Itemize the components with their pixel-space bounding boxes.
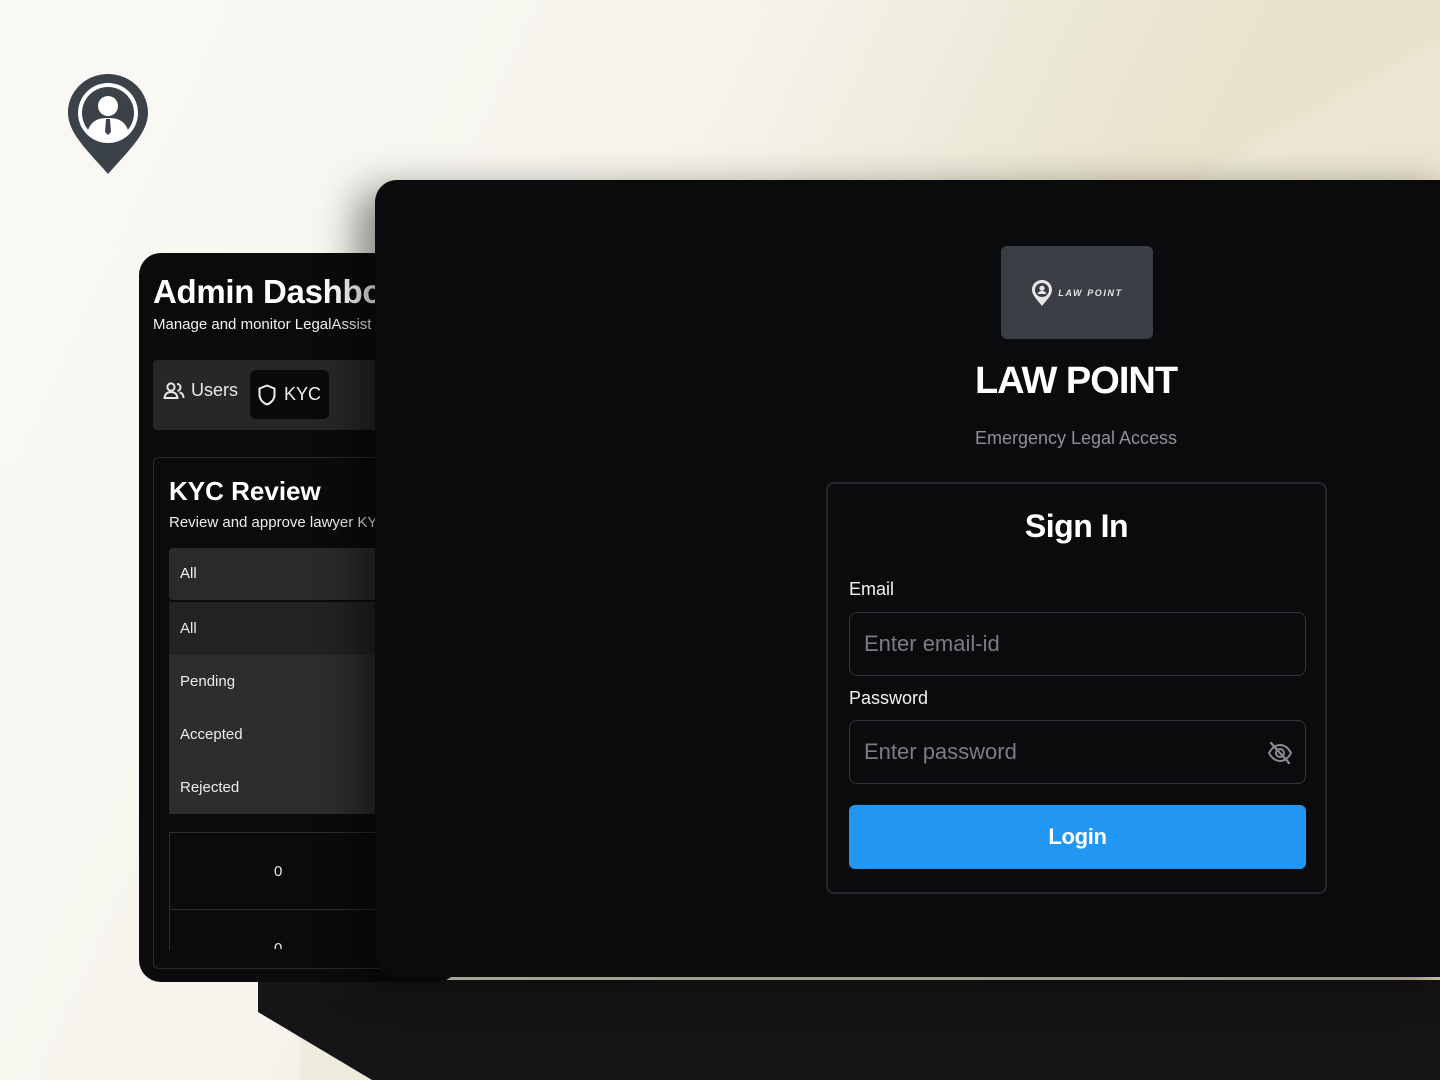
- sign-in-form: Sign In Email Password Login: [826, 482, 1327, 894]
- login-button[interactable]: Login: [849, 805, 1306, 869]
- password-field[interactable]: [850, 721, 1305, 783]
- shield-icon: [258, 384, 276, 405]
- tab-kyc[interactable]: KYC: [250, 370, 329, 419]
- tab-users[interactable]: Users: [163, 380, 238, 401]
- stat-value: 0: [274, 863, 283, 880]
- app-logo: LAW POINT: [1001, 246, 1153, 339]
- password-label: Password: [849, 688, 929, 708]
- tab-users-label: Users: [191, 380, 239, 400]
- email-field[interactable]: [850, 613, 1305, 675]
- login-card: LAW POINT LAW POINT Emergency Legal Acce…: [375, 180, 1440, 977]
- kyc-title: KYC Review: [169, 476, 321, 506]
- kyc-subtitle: Review and approve lawyer KYC: [169, 514, 389, 531]
- logo-text: LAW POINT: [1058, 287, 1123, 298]
- password-field-wrapper: [849, 720, 1306, 784]
- tab-kyc-label: KYC: [283, 384, 321, 404]
- app-tagline: Emergency Legal Access: [974, 428, 1178, 448]
- email-field-wrapper: [849, 612, 1306, 676]
- app-name: LAW POINT: [974, 360, 1178, 402]
- eye-off-icon[interactable]: [1267, 740, 1293, 766]
- sign-in-title: Sign In: [1024, 508, 1129, 544]
- email-label: Email: [849, 579, 895, 599]
- lawyer-pin-icon: [68, 74, 148, 174]
- law-point-pin-icon: [1032, 279, 1053, 306]
- stat-value: 0: [274, 940, 283, 949]
- users-icon: [163, 381, 185, 399]
